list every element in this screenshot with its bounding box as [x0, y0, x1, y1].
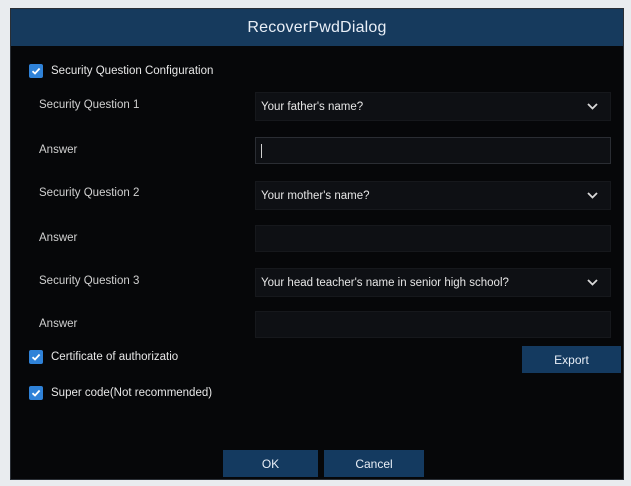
super-code-checkbox[interactable] [29, 386, 43, 400]
security-config-checkbox[interactable] [29, 64, 43, 78]
super-code-label: Super code(Not recommended) [51, 387, 213, 399]
dialog-titlebar: RecoverPwdDialog [11, 9, 623, 46]
chevron-down-icon [587, 192, 598, 199]
recover-pwd-dialog: RecoverPwdDialog Security Question Confi… [10, 8, 624, 480]
ok-button[interactable]: OK [223, 450, 318, 477]
checkmark-icon [31, 67, 41, 75]
security-question-2-value: Your mother's name? [261, 189, 370, 202]
chevron-down-icon [587, 103, 598, 110]
cancel-button[interactable]: Cancel [324, 450, 424, 477]
answer-1-label: Answer [39, 144, 78, 156]
answer-1-input[interactable] [255, 137, 611, 164]
certificate-checkbox[interactable] [29, 350, 43, 364]
security-question-1-value: Your father's name? [261, 100, 364, 113]
security-question-2-label: Security Question 2 [39, 187, 140, 199]
security-question-1-label: Security Question 1 [39, 99, 140, 111]
answer-3-input[interactable] [255, 311, 611, 338]
checkmark-icon [31, 353, 41, 361]
certificate-label: Certificate of authorizatio [51, 351, 179, 363]
export-button[interactable]: Export [522, 346, 621, 373]
security-question-2-select[interactable]: Your mother's name? [255, 181, 611, 210]
security-question-3-label: Security Question 3 [39, 275, 140, 287]
certificate-checkbox-row[interactable]: Certificate of authorizatio [29, 350, 178, 364]
chevron-down-icon [587, 279, 598, 286]
answer-3-label: Answer [39, 318, 78, 330]
text-caret [261, 144, 262, 158]
security-config-checkbox-row[interactable]: Security Question Configuration [29, 64, 213, 78]
security-question-1-select[interactable]: Your father's name? [255, 92, 611, 121]
security-question-3-value: Your head teacher's name in senior high … [261, 276, 509, 289]
answer-2-input[interactable] [255, 225, 611, 252]
answer-2-label: Answer [39, 232, 78, 244]
dialog-title: RecoverPwdDialog [247, 18, 387, 36]
security-question-3-select[interactable]: Your head teacher's name in senior high … [255, 268, 611, 297]
super-code-checkbox-row[interactable]: Super code(Not recommended) [29, 386, 212, 400]
security-config-label: Security Question Configuration [51, 65, 214, 77]
checkmark-icon [31, 389, 41, 397]
